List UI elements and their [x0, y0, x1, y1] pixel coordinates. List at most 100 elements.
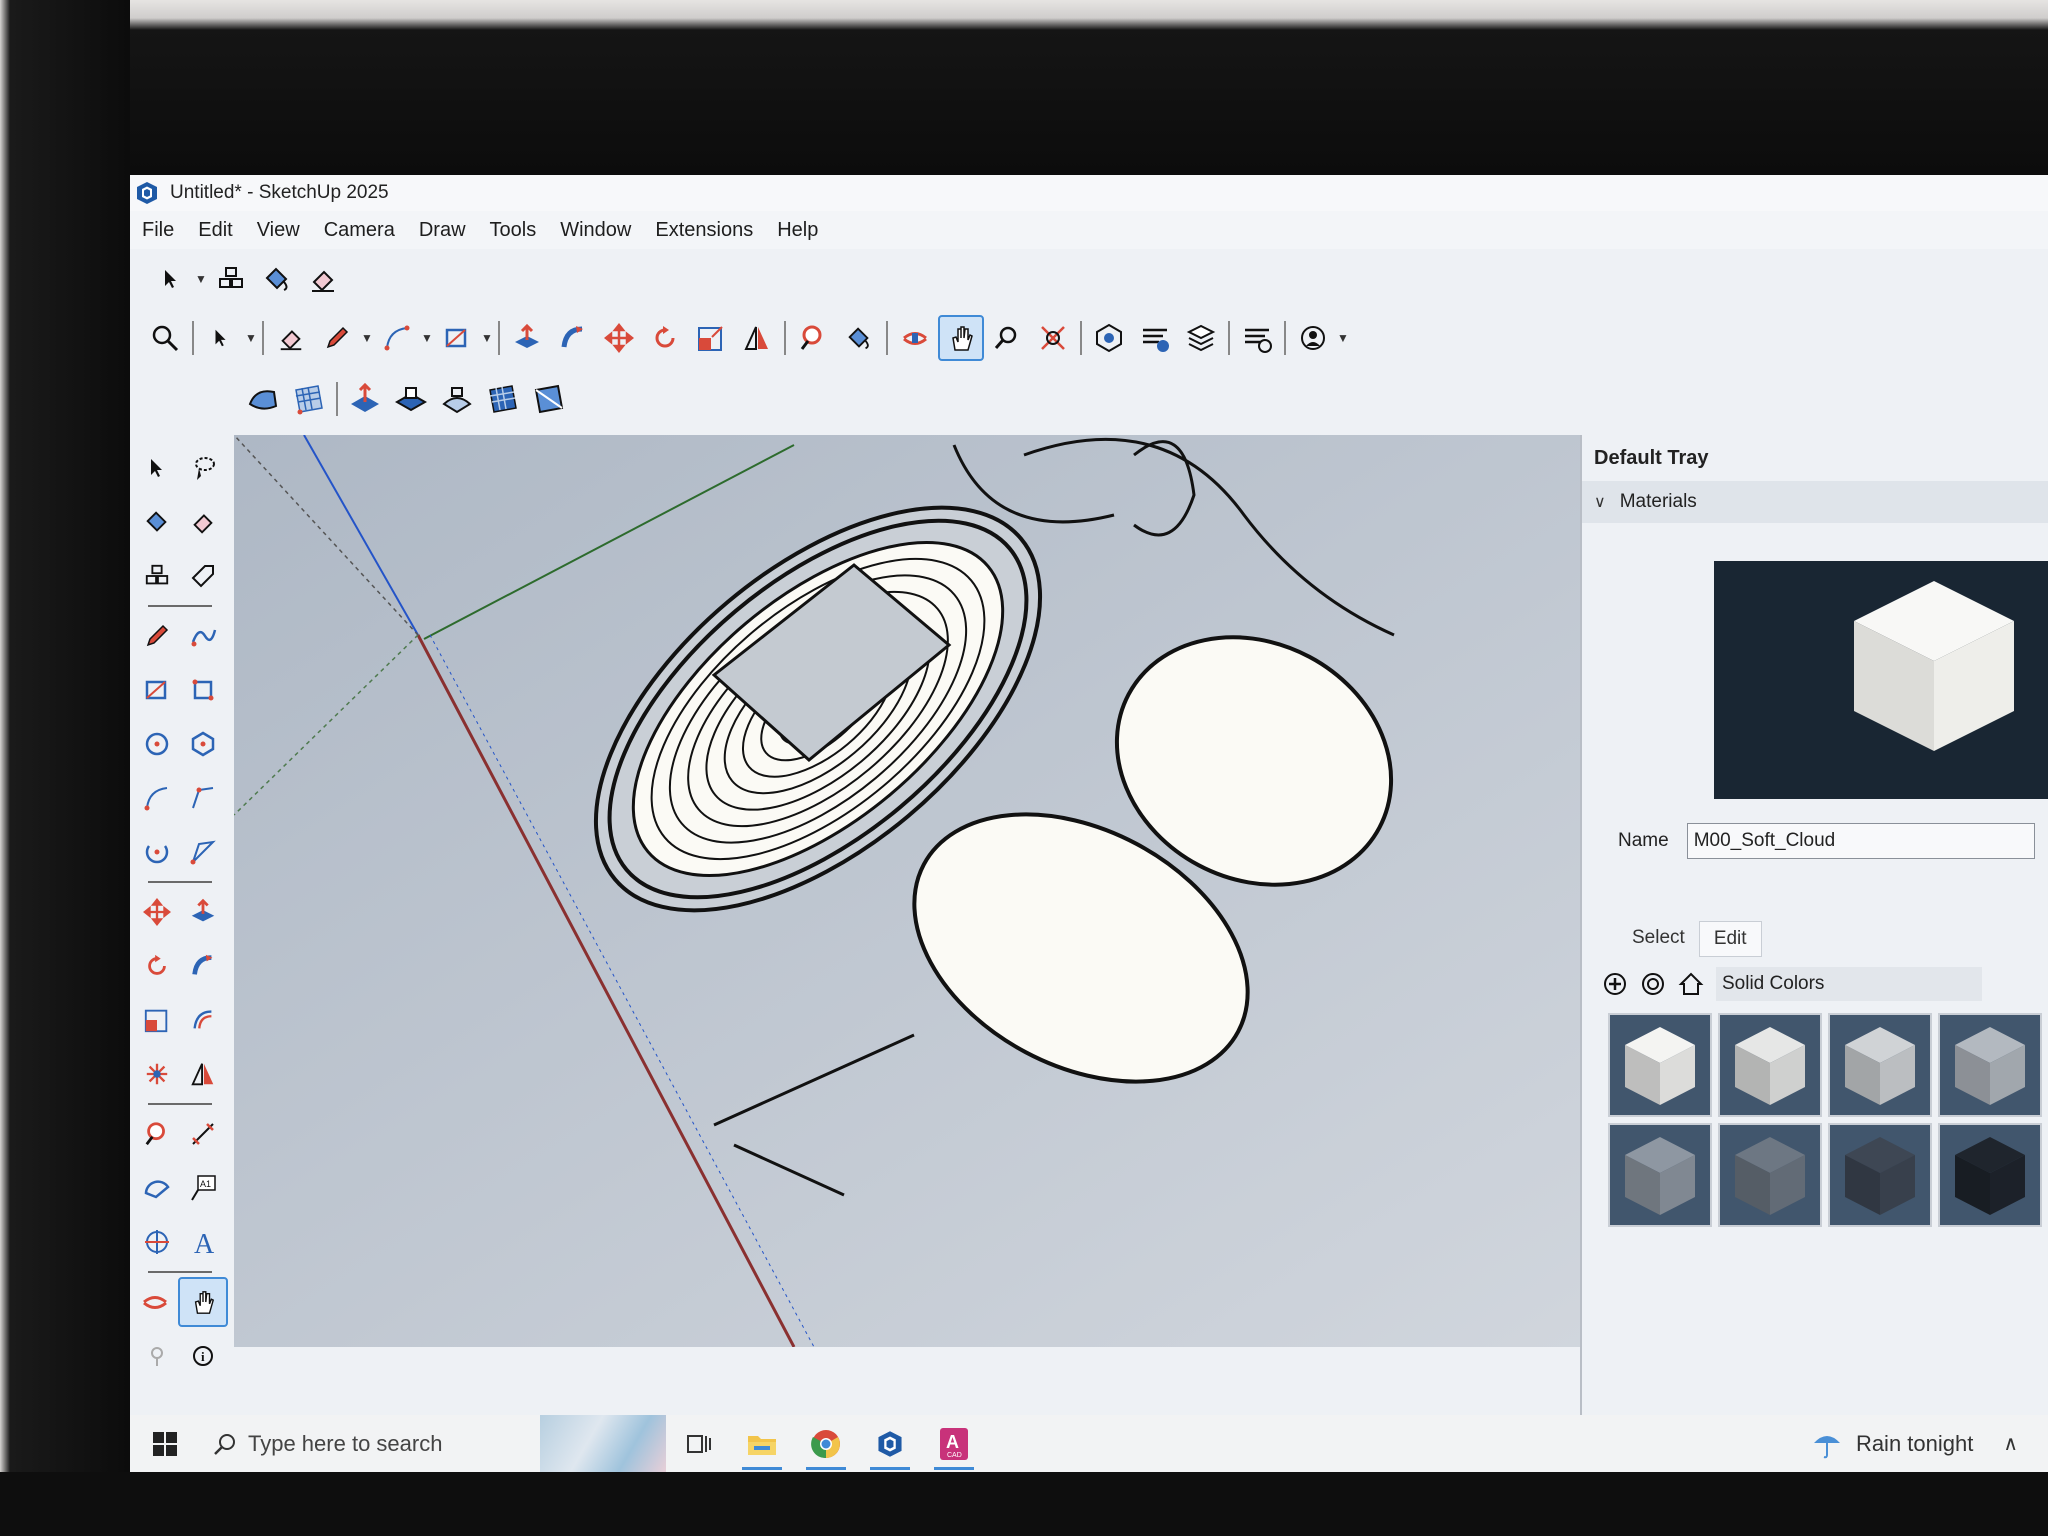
section-plane-button[interactable] — [132, 1279, 178, 1325]
tape-measure-button[interactable] — [134, 1111, 180, 1157]
model-viewport[interactable] — [234, 435, 1706, 1347]
circle-button[interactable] — [134, 721, 180, 767]
file-explorer-button[interactable] — [730, 1415, 794, 1472]
paint-button[interactable] — [836, 315, 882, 361]
menu-camera[interactable]: Camera — [312, 219, 407, 242]
walk-button[interactable] — [178, 1277, 228, 1327]
sandbox-from-scratch-button[interactable] — [286, 376, 332, 422]
search-button[interactable] — [142, 315, 188, 361]
material-swatch[interactable] — [1938, 1123, 2042, 1227]
chevron-down-icon[interactable]: ▼ — [420, 331, 434, 345]
chevron-down-icon[interactable]: ▼ — [194, 272, 208, 286]
protractor-button[interactable] — [134, 1165, 180, 1211]
freehand-button[interactable] — [180, 613, 226, 659]
eraser-button[interactable] — [268, 315, 314, 361]
sandbox-from-contours-button[interactable] — [240, 376, 286, 422]
orbit-button[interactable] — [892, 315, 938, 361]
look-around-button[interactable]: i — [180, 1333, 226, 1379]
smoove-button[interactable] — [342, 376, 388, 422]
chevron-down-icon[interactable]: ∨ — [1594, 492, 1606, 512]
scale-button[interactable] — [134, 997, 180, 1043]
material-swatch[interactable] — [1938, 1013, 2042, 1117]
chevron-down-icon[interactable]: ▼ — [360, 331, 374, 345]
layers-button[interactable] — [1178, 315, 1224, 361]
chevron-down-icon[interactable]: ▼ — [244, 331, 258, 345]
three-point-arc-button[interactable] — [134, 829, 180, 875]
move-button[interactable] — [596, 315, 642, 361]
menu-help[interactable]: Help — [765, 219, 830, 242]
library-dropdown[interactable]: Solid Colors — [1716, 967, 1982, 1001]
zoom-extents-button[interactable] — [1030, 315, 1076, 361]
chevron-down-icon[interactable]: ▼ — [1336, 331, 1350, 345]
position-camera-button[interactable] — [134, 1333, 180, 1379]
material-name-input[interactable]: M00_Soft_Cloud — [1686, 823, 2035, 859]
pan-button[interactable] — [938, 315, 984, 361]
task-view-button[interactable] — [666, 1415, 730, 1472]
push-pull-button[interactable] — [504, 315, 550, 361]
material-swatch[interactable] — [1718, 1013, 1822, 1117]
start-button[interactable] — [130, 1415, 200, 1472]
autocad-taskbar-button[interactable]: A CAD — [922, 1415, 986, 1472]
material-swatch[interactable] — [1828, 1013, 1932, 1117]
menu-file[interactable]: File — [130, 219, 186, 242]
3d-text-button[interactable]: A — [180, 1219, 226, 1265]
material-swatch[interactable] — [1718, 1123, 1822, 1227]
tab-select[interactable]: Select — [1618, 921, 1699, 957]
eraser-button[interactable] — [180, 499, 226, 545]
follow-me-button[interactable] — [550, 315, 596, 361]
tape-measure-button[interactable] — [790, 315, 836, 361]
arc-button[interactable] — [134, 775, 180, 821]
pencil-button[interactable] — [314, 315, 360, 361]
extension-manager-button[interactable] — [1234, 315, 1280, 361]
sketchup-taskbar-button[interactable] — [858, 1415, 922, 1472]
menu-window[interactable]: Window — [548, 219, 643, 242]
extension-warehouse-button[interactable] — [1132, 315, 1178, 361]
axes-button[interactable] — [134, 1219, 180, 1265]
flip-button[interactable] — [734, 315, 780, 361]
paint-bucket-button[interactable] — [134, 499, 180, 545]
model-drawing[interactable] — [234, 435, 1706, 1347]
material-swatch[interactable] — [1828, 1123, 1932, 1227]
select-button[interactable] — [134, 445, 180, 491]
materials-panel-header[interactable]: ∨ Materials — [1582, 481, 2048, 523]
pencil-button[interactable] — [134, 613, 180, 659]
create-material-button[interactable] — [1596, 965, 1634, 1003]
drape-button[interactable] — [434, 376, 480, 422]
component-button[interactable] — [208, 256, 254, 302]
material-swatch[interactable] — [1608, 1123, 1712, 1227]
rectangle-button[interactable] — [134, 667, 180, 713]
account-button[interactable] — [1290, 315, 1336, 361]
tab-edit[interactable]: Edit — [1698, 921, 1762, 957]
menu-draw[interactable]: Draw — [407, 219, 478, 242]
two-point-arc-button[interactable] — [180, 775, 226, 821]
rotated-rectangle-button[interactable] — [180, 667, 226, 713]
rectangle-button[interactable] — [434, 315, 480, 361]
weather-widget[interactable]: Rain tonight ∧ — [1810, 1415, 2018, 1472]
eraser-button[interactable] — [300, 256, 346, 302]
text-tool-button[interactable]: A1 — [180, 1165, 226, 1211]
component-button[interactable] — [134, 553, 180, 599]
explode-button[interactable] — [134, 1051, 180, 1097]
3d-warehouse-button[interactable] — [1086, 315, 1132, 361]
lasso-button[interactable] — [180, 445, 226, 491]
menu-view[interactable]: View — [245, 219, 312, 242]
in-model-button[interactable] — [1634, 965, 1672, 1003]
taskbar-search[interactable]: Type here to search — [200, 1415, 540, 1472]
follow-me-button[interactable] — [180, 943, 226, 989]
rotate-button[interactable] — [642, 315, 688, 361]
menu-edit[interactable]: Edit — [186, 219, 244, 242]
push-pull-button[interactable] — [180, 889, 226, 935]
flip-button[interactable] — [180, 1051, 226, 1097]
dimension-button[interactable] — [180, 1111, 226, 1157]
zoom-button[interactable] — [984, 315, 1030, 361]
menu-tools[interactable]: Tools — [478, 219, 549, 242]
add-detail-button[interactable] — [480, 376, 526, 422]
search-highlight-image[interactable] — [540, 1415, 666, 1472]
chrome-button[interactable] — [794, 1415, 858, 1472]
menu-extensions[interactable]: Extensions — [643, 219, 765, 242]
home-button[interactable] — [1672, 965, 1710, 1003]
move-button[interactable] — [134, 889, 180, 935]
material-swatch[interactable] — [1608, 1013, 1712, 1117]
pie-button[interactable] — [180, 829, 226, 875]
scale-button[interactable] — [688, 315, 734, 361]
